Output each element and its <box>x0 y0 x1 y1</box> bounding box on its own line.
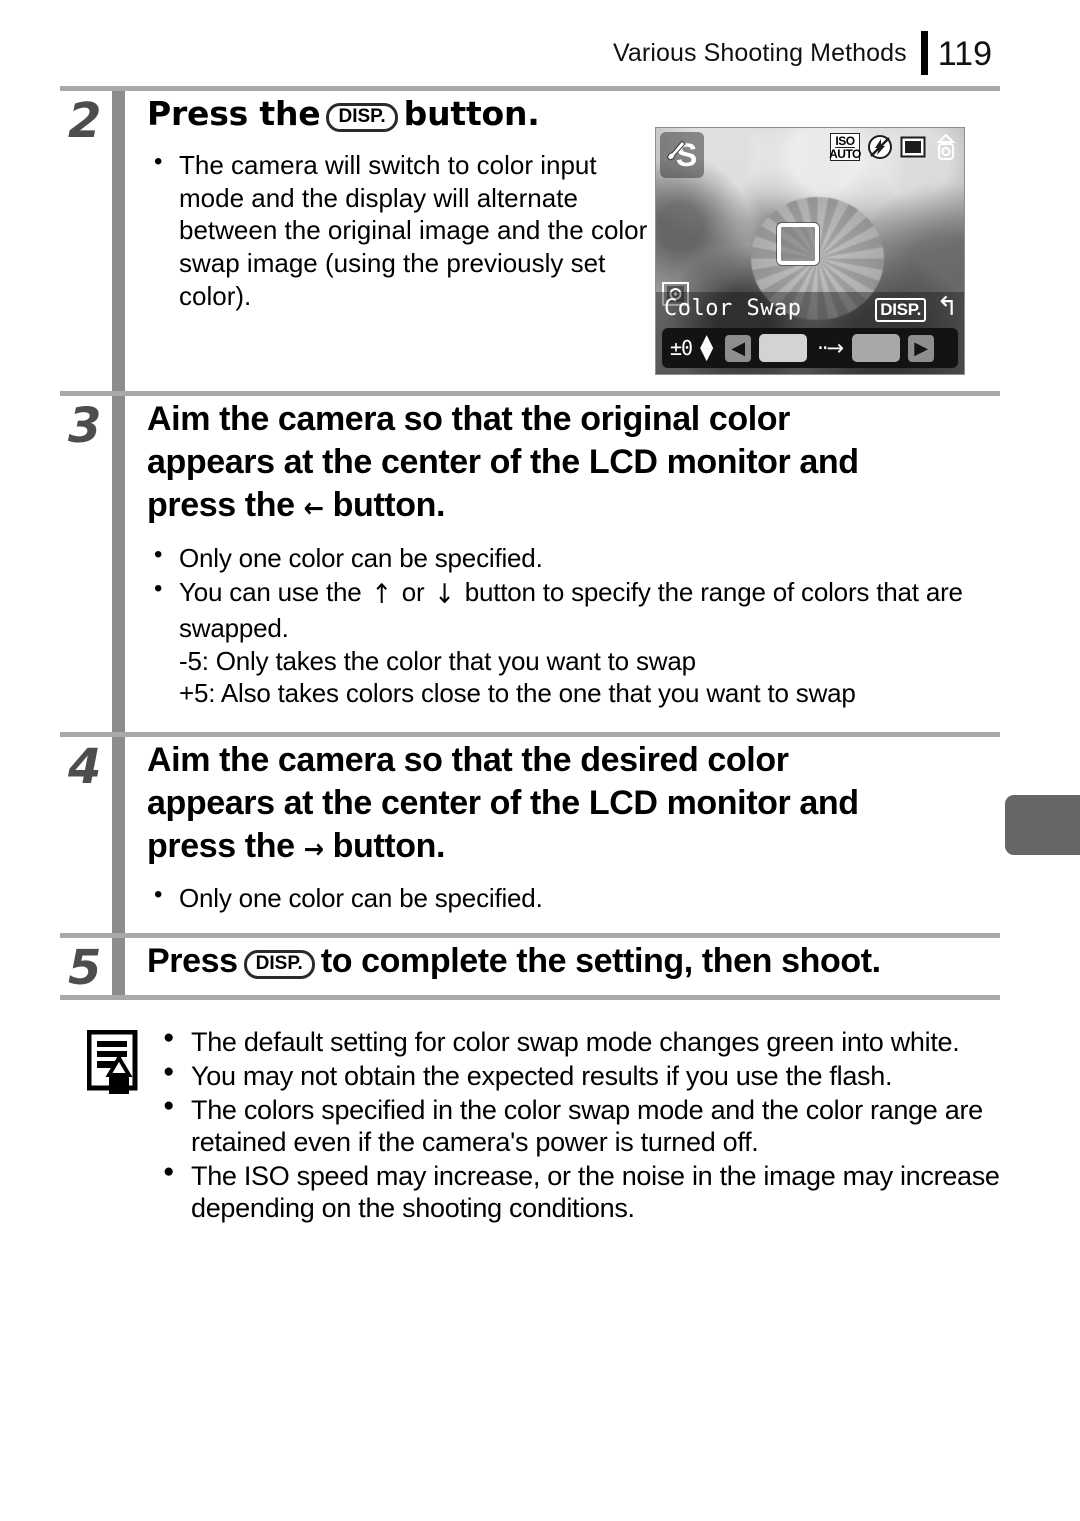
step-5-accent-bar <box>112 938 125 996</box>
step-3: 3 Aim the camera so that the original co… <box>60 396 1000 732</box>
source-color-swatch <box>759 334 808 362</box>
step-5-title-suffix: to complete the setting, then shoot. <box>320 942 881 981</box>
camera-lcd-screen: S ISO AUTO Color Swap DISP. ↰ ±0 ▲ ▼ ◀ ·… <box>655 127 965 375</box>
step-3-bullet-2-mid: or <box>401 577 425 608</box>
lcd-disp-tag[interactable]: DISP. <box>875 298 926 322</box>
step-5-number-col: 5 <box>60 938 112 997</box>
step-4-title-line2: appears at the center of the LCD monitor… <box>147 784 859 823</box>
step-2-body: Press theDISP.button. The camera will sw… <box>147 91 1000 391</box>
step-3-number-col: 3 <box>60 396 112 732</box>
note-item-list: The default setting for color swap mode … <box>151 1026 1000 1226</box>
step-3-accent-bar <box>112 396 125 732</box>
step-3-bullet-list: Only one color can be specified. You can… <box>147 540 1000 710</box>
step-3-range-max: +5: Also takes colors close to the one t… <box>179 678 856 709</box>
camera-lcd-preview: S ISO AUTO Color Swap DISP. ↰ ±0 ▲ ▼ ◀ ·… <box>655 127 965 375</box>
step-4-number: 4 <box>68 738 101 795</box>
step-5-body: Press DISP. to complete the setting, then … <box>147 938 1000 995</box>
section-divider-bottom <box>60 995 1000 1001</box>
up-down-arrow-icon[interactable]: ▲ ▼ <box>700 333 713 363</box>
step-4-number-col: 4 <box>60 737 112 933</box>
step-3-title: Aim the camera so that the original colo… <box>147 398 1000 528</box>
right-arrow-button[interactable]: ▶ <box>908 334 935 362</box>
note-item-2: You may not obtain the expected results … <box>163 1060 1000 1093</box>
step-3-body: Aim the camera so that the original colo… <box>147 396 1000 732</box>
exposure-value: ±0 <box>670 336 693 360</box>
step-3-range-min: -5: Only takes the color that you want t… <box>179 645 696 676</box>
step-4: 4 Aim the camera so that the desired col… <box>60 736 1000 934</box>
left-arrow-button[interactable]: ◀ <box>725 334 752 362</box>
step-4-title-prefix: press the <box>147 827 295 866</box>
down-arrow-icon: ↓ <box>434 579 455 611</box>
step-4-bullet-1: Only one color can be specified. <box>147 880 1000 915</box>
step-4-bullet-list: Only one color can be specified. <box>147 880 1000 915</box>
step-2-number-col: 2 <box>60 91 112 391</box>
note-item-4: The ISO speed may increase, or the noise… <box>163 1160 1000 1225</box>
return-arrow-icon: ↰ <box>936 292 958 322</box>
lcd-mode-label: Color Swap <box>664 296 802 321</box>
step-3-title-prefix: press the <box>147 486 295 525</box>
single-shot-icon <box>900 134 926 160</box>
page-header: Various Shooting Methods 119 <box>613 30 992 76</box>
lcd-control-bar: ±0 ▲ ▼ ◀ ··→ ▶ <box>662 328 958 368</box>
iso-auto-label: AUTO <box>829 146 861 161</box>
step-5: 5 Press DISP. to complete the setting, the… <box>60 938 1000 997</box>
chapter-side-tab <box>1005 795 1080 855</box>
lcd-bottom-strip: Color Swap DISP. ↰ ±0 ▲ ▼ ◀ ··→ ▶ <box>656 292 964 374</box>
flash-off-icon <box>867 134 893 160</box>
step-2-accent-bar <box>112 91 125 391</box>
step-3-title-line1: Aim the camera so that the original colo… <box>147 400 790 438</box>
step-5-title: Press DISP. to complete the setting, then … <box>147 940 1000 983</box>
step-2-title-suffix: button. <box>403 94 540 133</box>
step-5-title-prefix: Press <box>147 942 238 981</box>
note-block: The default setting for color swap mode … <box>60 1026 1000 1226</box>
step-3-bullet-2-prefix: You can use the <box>179 577 362 608</box>
page-number: 119 <box>937 35 992 73</box>
step-3-bullet-1: Only one color can be specified. <box>147 540 1000 575</box>
step-3-title-line2: appears at the center of the LCD monitor… <box>147 443 859 482</box>
step-2-bullet-list: The camera will switch to color input mo… <box>147 147 662 312</box>
step-3-title-suffix: button. <box>332 486 446 525</box>
step-4-body: Aim the camera so that the desired color… <box>147 737 1000 933</box>
iso-auto-icon: ISO AUTO <box>829 133 861 161</box>
note-item-3: The colors specified in the color swap m… <box>163 1094 1000 1159</box>
disp-button-icon[interactable]: DISP. <box>326 103 398 132</box>
note-pencil-icon <box>86 1026 151 1226</box>
step-3-bullet-2: You can use the ↑ or ↓ button to specify… <box>147 574 1000 710</box>
step-4-title-line1: Aim the camera so that the desired color <box>147 740 789 779</box>
up-arrow-icon: ↑ <box>371 579 392 611</box>
right-arrow-icon: → <box>303 834 324 866</box>
swap-arrow-icon: ··→ <box>817 336 844 360</box>
step-4-title: Aim the camera so that the desired color… <box>147 739 1000 869</box>
step-3-number: 3 <box>68 398 101 454</box>
disp-button-icon-2[interactable]: DISP. <box>243 950 315 979</box>
left-arrow-icon: ← <box>303 493 324 525</box>
step-2-title-prefix: Press the <box>147 94 321 133</box>
lcd-status-icon-row: ISO AUTO <box>829 133 959 161</box>
target-color-swatch <box>852 334 901 362</box>
step-4-title-suffix: button. <box>332 827 446 866</box>
eyedropper-icon <box>666 139 686 174</box>
step-4-title-line3: press the → button. <box>147 825 1000 868</box>
step-4-accent-bar <box>112 736 125 934</box>
step-2: 2 Press theDISP.button. The camera will … <box>60 91 1000 391</box>
step-5-number: 5 <box>68 940 101 997</box>
header-divider-bar <box>920 31 928 75</box>
step-2-bullet-1: The camera will switch to color input mo… <box>147 147 662 312</box>
center-sample-box <box>776 222 819 265</box>
page-header-title: Various Shooting Methods <box>612 38 907 67</box>
content-column: 2 Press theDISP.button. The camera will … <box>60 86 1000 1226</box>
color-swap-mode-badge: S <box>660 132 704 178</box>
step-3-title-line3: press the ← button. <box>147 484 1000 527</box>
step-2-number: 2 <box>68 93 101 149</box>
note-item-1: The default setting for color swap mode … <box>163 1026 1000 1059</box>
iso-label: ISO <box>835 133 855 148</box>
macro-icon <box>933 133 959 160</box>
